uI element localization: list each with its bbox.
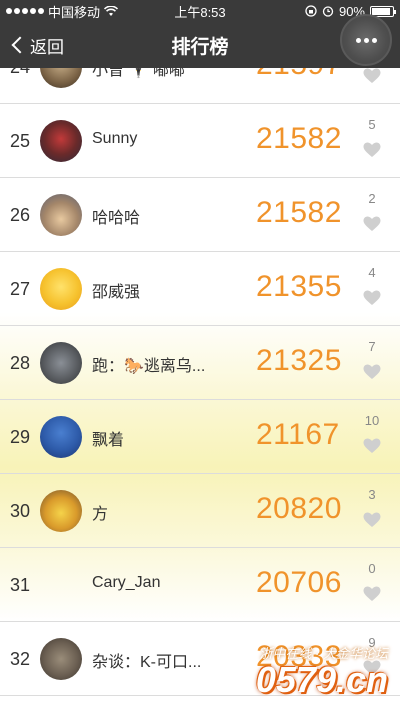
more-options-button[interactable] [340, 14, 392, 66]
dot-icon [371, 37, 377, 43]
rank-number: 30 [9, 501, 31, 521]
carrier-label: 中国移动 [48, 4, 101, 20]
status-bar: 中国移动 上午8:53 90% [0, 0, 400, 22]
user-name: Sunny [92, 130, 138, 147]
like-count: 5 [368, 117, 376, 132]
step-score: 20706 [256, 566, 342, 599]
dot-icon [363, 37, 369, 43]
avatar[interactable] [40, 120, 82, 162]
dot-icon [355, 37, 361, 43]
heart-icon[interactable] [363, 216, 381, 232]
step-score: 21167 [256, 418, 340, 451]
step-score: 21325 [256, 344, 342, 377]
like-count: 10 [364, 413, 380, 428]
alarm-icon [322, 6, 334, 17]
user-name: 哈哈哈 [92, 210, 141, 227]
like-count: 7 [368, 339, 376, 354]
avatar[interactable] [40, 68, 82, 88]
avatar[interactable] [40, 416, 82, 458]
ranking-row[interactable]: 29 飘着 21167 10 [0, 400, 400, 474]
rank-number: 29 [9, 427, 31, 447]
avatar[interactable] [40, 638, 82, 680]
ranking-row[interactable]: 26 哈哈哈 21582 2 [0, 178, 400, 252]
user-name: Cary_Jan [92, 574, 161, 591]
rank-number: 31 [9, 575, 31, 595]
user-name: 杂谈：K-可口... [92, 654, 202, 671]
user-name: 小曾 🕴 嘟嘟 [92, 68, 185, 79]
ranking-row[interactable]: 31 Cary_Jan 20706 0 [0, 548, 400, 622]
step-score: 21582 [256, 196, 342, 229]
step-score: 21582 [256, 122, 342, 155]
avatar[interactable] [40, 194, 82, 236]
rank-number: 28 [9, 353, 31, 373]
wifi-icon [104, 5, 119, 16]
heart-icon[interactable] [363, 438, 381, 454]
signal-strength-icon [6, 8, 44, 14]
rank-number: 24 [0, 68, 40, 78]
heart-icon[interactable] [363, 660, 381, 676]
step-score: 21355 [256, 270, 342, 303]
heart-icon[interactable] [363, 290, 381, 306]
back-button[interactable]: 返回 [0, 22, 64, 68]
like-count: 4 [368, 265, 376, 280]
heart-icon[interactable] [363, 142, 381, 158]
ranking-row[interactable]: 27 邵威强 21355 4 [0, 252, 400, 326]
user-name: 飘着 [92, 432, 125, 449]
rotation-lock-icon [305, 5, 317, 17]
step-score: 20820 [256, 492, 342, 525]
nav-bar: 返回 排行榜 [0, 14, 400, 68]
ranking-list[interactable]: 24 小曾 🕴 嘟嘟 21597 25 Sunny 21582 5 26 哈哈哈 21582 2 27… [0, 68, 400, 712]
ranking-row[interactable]: 25 Sunny 21582 5 [0, 104, 400, 178]
status-left: 中国移动 [6, 2, 305, 21]
step-score: 21597 [256, 68, 342, 82]
step-score: 20333 [256, 640, 342, 673]
rank-number: 27 [9, 279, 31, 299]
user-name: 方 [92, 506, 109, 523]
chevron-left-icon [11, 36, 29, 54]
user-name: 邵威强 [92, 284, 141, 301]
ranking-row[interactable]: 30 方 20820 3 [0, 474, 400, 548]
heart-icon[interactable] [363, 68, 381, 84]
like-count: 2 [368, 191, 376, 206]
ranking-row[interactable]: 32 杂谈：K-可口... 20333 9 [0, 622, 400, 696]
rank-number: 25 [9, 131, 31, 151]
ranking-row[interactable]: 28 跑：🐎逃离乌... 21325 7 [0, 326, 400, 400]
like-count: 9 [368, 635, 376, 650]
avatar[interactable] [40, 490, 82, 532]
rank-number: 32 [9, 649, 31, 669]
back-label: 返回 [30, 37, 64, 57]
status-right: 90% [305, 4, 396, 19]
avatar[interactable] [40, 342, 82, 384]
heart-icon[interactable] [363, 586, 381, 602]
avatar[interactable] [40, 268, 82, 310]
like-count: 3 [368, 487, 376, 502]
rank-number: 26 [9, 205, 31, 225]
ranking-row[interactable]: 24 小曾 🕴 嘟嘟 21597 [0, 68, 400, 104]
heart-icon[interactable] [363, 364, 381, 380]
heart-icon[interactable] [363, 512, 381, 528]
like-count: 0 [368, 561, 376, 576]
user-name: 跑：🐎逃离乌... [92, 358, 206, 375]
